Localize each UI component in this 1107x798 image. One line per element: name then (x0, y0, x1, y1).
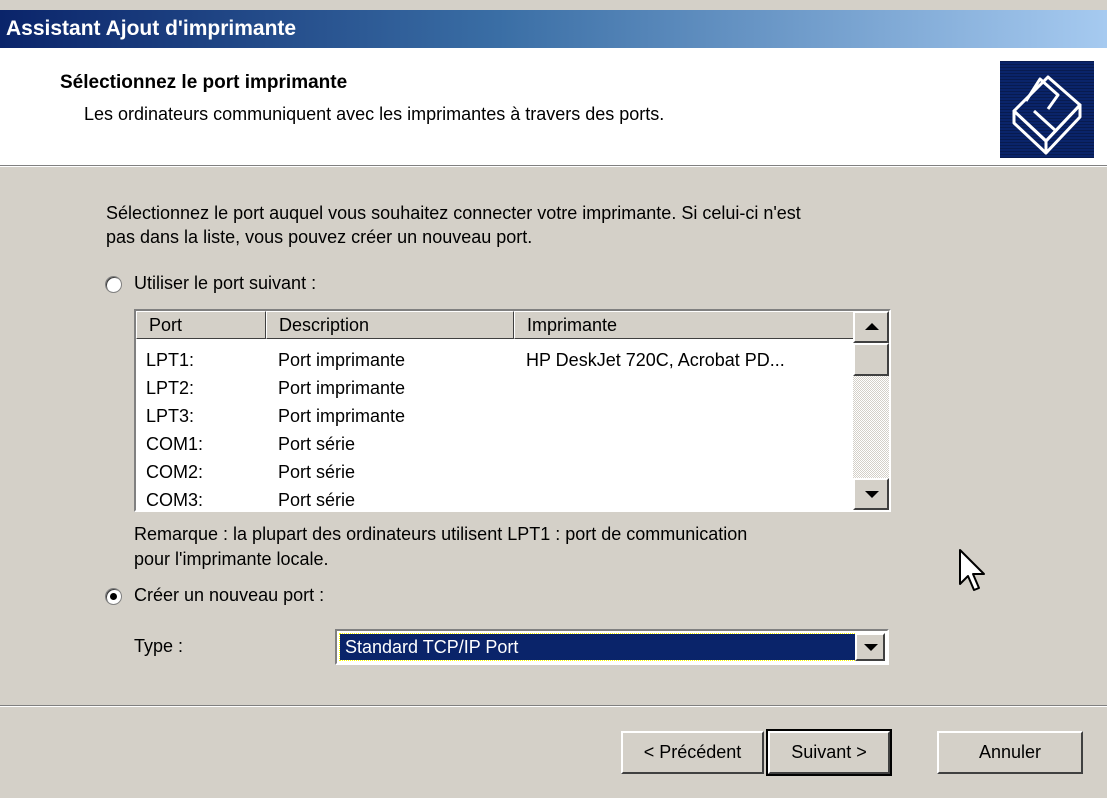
table-row[interactable]: LPT1: Port imprimante HP DeskJet 720C, A… (136, 347, 853, 375)
page-subtitle: Les ordinateurs communiquent avec les im… (84, 104, 665, 124)
port-cell: COM1: (146, 434, 204, 454)
ports-list-header: Port Description Imprimante (136, 311, 853, 339)
footer-divider (0, 705, 1107, 707)
description-cell: Port série (278, 490, 356, 510)
port-cell: LPT2: (146, 378, 195, 398)
chevron-down-icon (864, 644, 878, 651)
intro-text-line1: Sélectionnez le port auquel vous souhait… (106, 203, 801, 223)
description-cell: Port imprimante (278, 350, 406, 370)
printer-icon (1000, 61, 1094, 158)
description-cell: Port série (278, 462, 356, 482)
window-title: Assistant Ajout d'imprimante (6, 17, 297, 40)
arrow-down-icon (865, 491, 879, 498)
table-row[interactable]: COM1: Port série (136, 431, 853, 459)
port-type-value: Standard TCP/IP Port (339, 633, 857, 661)
port-cell: LPT3: (146, 406, 195, 426)
use-existing-port-radio[interactable] (105, 276, 122, 293)
description-cell: Port imprimante (278, 378, 406, 398)
wizard-header: Sélectionnez le port imprimante Les ordi… (0, 48, 1107, 165)
port-cell: LPT1: (146, 350, 195, 370)
use-existing-port-label[interactable]: Utiliser le port suivant : (134, 273, 316, 294)
scroll-down-button[interactable] (853, 478, 889, 510)
back-button[interactable]: < Précédent (621, 731, 764, 774)
scroll-thumb[interactable] (853, 343, 889, 376)
table-row[interactable]: LPT3: Port imprimante (136, 403, 853, 431)
table-row[interactable]: LPT2: Port imprimante (136, 375, 853, 403)
mouse-cursor-icon (959, 549, 985, 591)
create-new-port-radio[interactable] (105, 588, 122, 605)
table-row[interactable]: COM3: Port série (136, 487, 853, 510)
ports-list[interactable]: Port Description Imprimante LPT1: Port i… (134, 309, 891, 512)
port-cell: COM3: (146, 490, 204, 510)
note-text-line1: Remarque : la plupart des ordinateurs ut… (134, 524, 748, 544)
add-printer-wizard: Assistant Ajout d'imprimante Sélectionne… (0, 0, 1107, 798)
description-cell: Port imprimante (278, 406, 406, 426)
column-header-description[interactable]: Description (266, 311, 514, 339)
port-type-dropdown-button[interactable] (855, 633, 885, 661)
arrow-up-icon (865, 323, 879, 330)
column-header-port[interactable]: Port (136, 311, 266, 339)
type-label: Type : (134, 636, 184, 656)
title-bar[interactable]: Assistant Ajout d'imprimante (0, 10, 1107, 48)
create-new-port-label[interactable]: Créer un nouveau port : (134, 585, 324, 606)
ports-list-scrollbar[interactable] (853, 311, 889, 510)
intro-text-line2: pas dans la liste, vous pouvez créer un … (106, 227, 533, 247)
column-header-printer[interactable]: Imprimante (514, 311, 853, 339)
ports-list-content: Port Description Imprimante LPT1: Port i… (136, 311, 853, 510)
next-button[interactable]: Suivant > (766, 729, 892, 776)
scroll-up-button[interactable] (853, 311, 889, 343)
port-type-select[interactable]: Standard TCP/IP Port (335, 629, 889, 665)
printer-cell: HP DeskJet 720C, Acrobat PD... (526, 350, 785, 370)
page-title: Sélectionnez le port imprimante (60, 72, 348, 93)
radio-checked-dot (110, 593, 117, 600)
description-cell: Port série (278, 434, 356, 454)
port-cell: COM2: (146, 462, 204, 482)
header-divider (0, 165, 1107, 167)
cancel-button[interactable]: Annuler (937, 731, 1083, 774)
table-row[interactable]: COM2: Port série (136, 459, 853, 487)
note-text-line2: pour l'imprimante locale. (134, 549, 329, 569)
